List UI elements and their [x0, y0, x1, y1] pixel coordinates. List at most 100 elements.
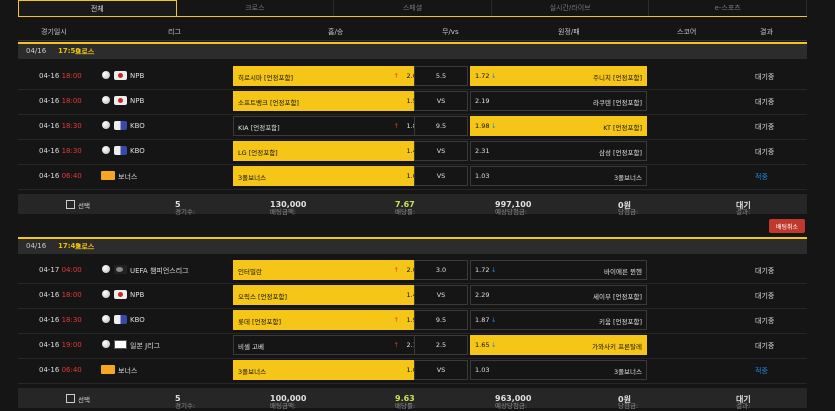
match-datetime: 04-16 06:40 — [39, 172, 82, 180]
league-name: 보너스 — [118, 367, 138, 375]
away-odds-button[interactable]: 1.03 3폴보너스 — [470, 360, 647, 380]
away-odds-button[interactable]: 2.29 세이부 [언정포함] — [470, 285, 647, 305]
table-row: 04-16 18:30 KBO LG [언정포함] 1.42 VS 2.31 삼… — [18, 139, 807, 165]
odds-up-icon: ↑ — [393, 341, 399, 349]
away-odds-button[interactable]: 1.65 ↓ 가와사키 프론탈레 — [470, 335, 647, 355]
draw-odds-button[interactable]: VS — [414, 285, 468, 305]
draw-odds-button[interactable]: VS — [414, 360, 468, 380]
draw-odds-button[interactable]: 2.5 — [414, 335, 468, 355]
result-status: 적중 — [755, 173, 768, 181]
section-date: 04/16 — [26, 47, 47, 55]
away-odds-button[interactable]: 1.03 3폴보너스 — [470, 166, 647, 186]
league-name: KBO — [130, 147, 145, 155]
home-odds-button[interactable]: LG [언정포함] 1.42 — [233, 141, 426, 161]
col-date: 경기일시 — [41, 28, 67, 36]
league-flag-icon — [114, 146, 127, 155]
tab-special[interactable]: 스페셜 — [334, 0, 492, 16]
odds-up-icon: ↑ — [393, 72, 399, 80]
away-odds: 2.19 — [475, 97, 490, 105]
bet-result: 결과: 대기 — [736, 201, 751, 216]
category-tabs: 전체 크로스 스페셜 실시간/라이브 e-스포츠 — [18, 0, 807, 17]
league-flag-icon — [101, 365, 115, 374]
result-status: 대기중 — [755, 292, 775, 300]
away-team: 3폴보너스 — [613, 174, 642, 182]
league-name: KBO — [130, 122, 145, 130]
tab-cross[interactable]: 크로스 — [177, 0, 335, 16]
away-team: 주니치 [언정포함] — [593, 74, 642, 82]
home-team: LG [언정포함] — [238, 149, 278, 157]
cancel-bet-button[interactable]: 배팅취소 — [769, 219, 805, 233]
table-row: 04-16 06:40 보너스 3폴보너스 1.03 VS 1.03 3폴보너스… — [18, 358, 807, 384]
league-name: NPB — [130, 291, 145, 299]
home-team: 히로시마 [언정포함] — [238, 74, 293, 82]
away-team: 가와사키 프론탈레 — [592, 343, 642, 351]
table-row: 04-16 06:40 보너스 3폴보너스 1.03 VS 1.03 3폴보너스… — [18, 164, 807, 190]
league-name: 일본 J리그 — [130, 342, 161, 350]
odds-up-icon: ↑ — [393, 122, 399, 130]
section-header: 04/16 17:50 크로스 — [18, 42, 807, 59]
result-status: 대기중 — [755, 123, 775, 131]
sport-icon — [102, 146, 110, 154]
home-odds-button[interactable]: 3폴보너스 1.03 — [233, 360, 426, 380]
tab-live[interactable]: 실시간/라이브 — [492, 0, 650, 16]
away-odds: 1.03 — [475, 366, 490, 374]
home-odds-button[interactable]: 롯데 [언정포함] ↑ 1.93 — [233, 310, 426, 330]
home-odds-button[interactable]: 3폴보너스 1.03 — [233, 166, 426, 186]
home-team: 3폴보너스 — [238, 174, 267, 182]
col-league: 리그 — [168, 28, 181, 36]
match-datetime: 04-16 18:00 — [39, 97, 82, 105]
away-odds: 1.98 — [475, 122, 490, 130]
away-team: 라쿠텐 [언정포함] — [593, 99, 642, 107]
league-name: NPB — [130, 72, 145, 80]
home-team: 소프트뱅크 [언정포함] — [238, 99, 299, 107]
select-checkbox[interactable] — [66, 394, 75, 403]
draw-odds-button[interactable]: 9.5 — [414, 116, 468, 136]
home-odds-button[interactable]: KIA [언정포함] ↑ 1.82 — [233, 116, 426, 136]
select-checkbox[interactable] — [66, 200, 75, 209]
draw-value: VS — [436, 172, 446, 180]
away-odds-button[interactable]: 1.87 ↓ 키움 [언정포함] — [470, 310, 647, 330]
away-odds: 2.31 — [475, 147, 490, 155]
away-odds-button[interactable]: 2.31 삼성 [언정포함] — [470, 141, 647, 161]
away-odds-button[interactable]: 1.98 ↓ KT [언정포함] — [470, 116, 647, 136]
league-flag-icon — [114, 121, 127, 130]
home-odds-button[interactable]: 비셀 고베 ↑ 2.11 — [233, 335, 426, 355]
away-odds-button[interactable]: 2.19 라쿠텐 [언정포함] — [470, 91, 647, 111]
league-name: KBO — [130, 316, 145, 324]
odds-down-icon: ↓ — [491, 266, 497, 274]
away-odds-button[interactable]: 1.72 ↓ 바이에른 뮌헨 — [470, 260, 647, 280]
column-header: 경기일시 리그 홈/승 무/vs 원정/패 스코어 결과 — [18, 23, 807, 41]
result-status: 대기중 — [755, 267, 775, 275]
match-datetime: 04-16 06:40 — [39, 366, 82, 374]
table-row: 04-16 18:00 NPB 소프트뱅크 [언정포함] 1.54 VS 2.1… — [18, 89, 807, 115]
odds-up-icon: ↑ — [393, 316, 399, 324]
sport-icon — [102, 71, 110, 79]
draw-value: VS — [436, 97, 446, 105]
draw-odds-button[interactable]: VS — [414, 166, 468, 186]
home-team: 롯데 [언정포함] — [238, 318, 282, 326]
col-draw: 무/vs — [442, 28, 459, 36]
draw-odds-button[interactable]: VS — [414, 91, 468, 111]
draw-value: 9.5 — [435, 316, 447, 324]
home-odds-button[interactable]: 오릭스 [언정포함] 1.44 — [233, 285, 426, 305]
draw-odds-button[interactable]: VS — [414, 141, 468, 161]
away-team: 삼성 [언정포함] — [598, 149, 642, 157]
table-row: 04-16 19:00 일본 J리그 비셀 고베 ↑ 2.11 2.5 1.65… — [18, 333, 807, 359]
tab-esports[interactable]: e-스포츠 — [649, 0, 807, 16]
draw-odds-button[interactable]: 5.5 — [414, 66, 468, 86]
table-row: 04-16 18:30 KBO KIA [언정포함] ↑ 1.82 9.5 1.… — [18, 114, 807, 140]
home-odds-button[interactable]: 소프트뱅크 [언정포함] 1.54 — [233, 91, 426, 111]
draw-odds-button[interactable]: 3.0 — [414, 260, 468, 280]
draw-odds-button[interactable]: 9.5 — [414, 310, 468, 330]
result-status: 대기중 — [755, 317, 775, 325]
result-status: 대기중 — [755, 148, 775, 156]
home-odds-button[interactable]: 인터밀란 ↑ 2.04 — [233, 260, 426, 280]
draw-value: VS — [436, 147, 446, 155]
home-odds-button[interactable]: 히로시마 [언정포함] ↑ 2.08 — [233, 66, 426, 86]
draw-value: VS — [436, 291, 446, 299]
away-odds-button[interactable]: 1.72 ↓ 주니치 [언정포함] — [470, 66, 647, 86]
draw-value: VS — [436, 366, 446, 374]
tab-all[interactable]: 전체 — [18, 0, 177, 16]
away-team: 바이에른 뮌헨 — [604, 268, 642, 276]
odds-down-icon: ↓ — [491, 72, 497, 80]
